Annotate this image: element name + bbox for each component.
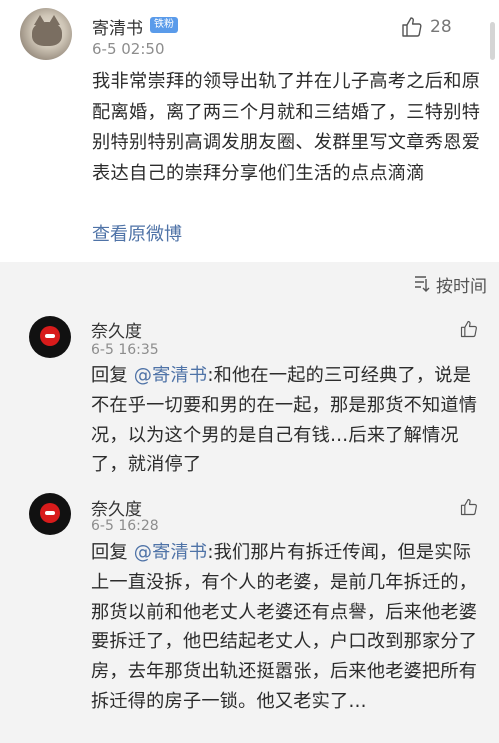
view-original-link[interactable]: 查看原微博 <box>92 220 182 246</box>
reply-time: 6-5 16:35 <box>91 342 159 358</box>
reply-text: 回复 @寄清书:我们那片有拆迁传闻，但是实际上一直没拆，有个人的老婆，是前几年拆… <box>91 538 486 717</box>
like-count: 28 <box>430 17 452 37</box>
thumbs-up-icon[interactable] <box>459 497 479 517</box>
comment-text: 我非常崇拜的领导出轨了并在儿子高考之后和原配离婚，离了两三个月就和三结婚了，三特… <box>92 71 481 184</box>
reply-item: 奈久度 6-5 16:28 回复 @寄清书:我们那片有拆迁传闻，但是实际上一直没… <box>0 484 499 743</box>
reply-username[interactable]: 奈久度 <box>91 317 142 342</box>
avatar[interactable] <box>29 316 71 358</box>
comment-time: 6-5 02:50 <box>92 40 165 58</box>
mention-link[interactable]: @寄清书 <box>134 542 208 563</box>
avatar-image <box>40 326 60 346</box>
thumbs-up-icon[interactable] <box>459 319 479 339</box>
reply-text: 回复 @寄清书:和他在一起的三可经典了，说是不在乎一切要和男的在一起，那是那货不… <box>91 361 486 480</box>
thumbs-up-icon[interactable] <box>400 15 424 39</box>
reply-prefix: 回复 <box>91 542 128 563</box>
reply-body: :我们那片有拆迁传闻，但是实际上一直没拆，有个人的老婆，是前几年拆迁的，那货以前… <box>91 542 478 712</box>
sort-by-time-button[interactable]: 按时间 <box>436 272 487 297</box>
avatar[interactable] <box>29 493 71 535</box>
username[interactable]: 寄清书 <box>92 14 143 39</box>
cat-avatar-image <box>32 15 62 46</box>
reply-item: 奈久度 6-5 16:35 回复 @寄清书:和他在一起的三可经典了，说是不在乎一… <box>0 306 499 484</box>
reply-username[interactable]: 奈久度 <box>91 495 142 520</box>
avatar-image <box>40 503 60 523</box>
sort-icon[interactable] <box>414 273 430 293</box>
scrollbar[interactable] <box>490 22 495 60</box>
avatar[interactable] <box>20 8 72 60</box>
reply-time: 6-5 16:28 <box>91 518 159 534</box>
reply-prefix: 回复 <box>91 365 128 386</box>
mention-link[interactable]: @寄清书 <box>134 365 208 386</box>
main-comment: 寄清书 铁粉 6-5 02:50 28 我非常崇拜的领导出轨了并在儿子高考之后和… <box>0 0 499 262</box>
fan-badge: 铁粉 <box>150 17 178 33</box>
